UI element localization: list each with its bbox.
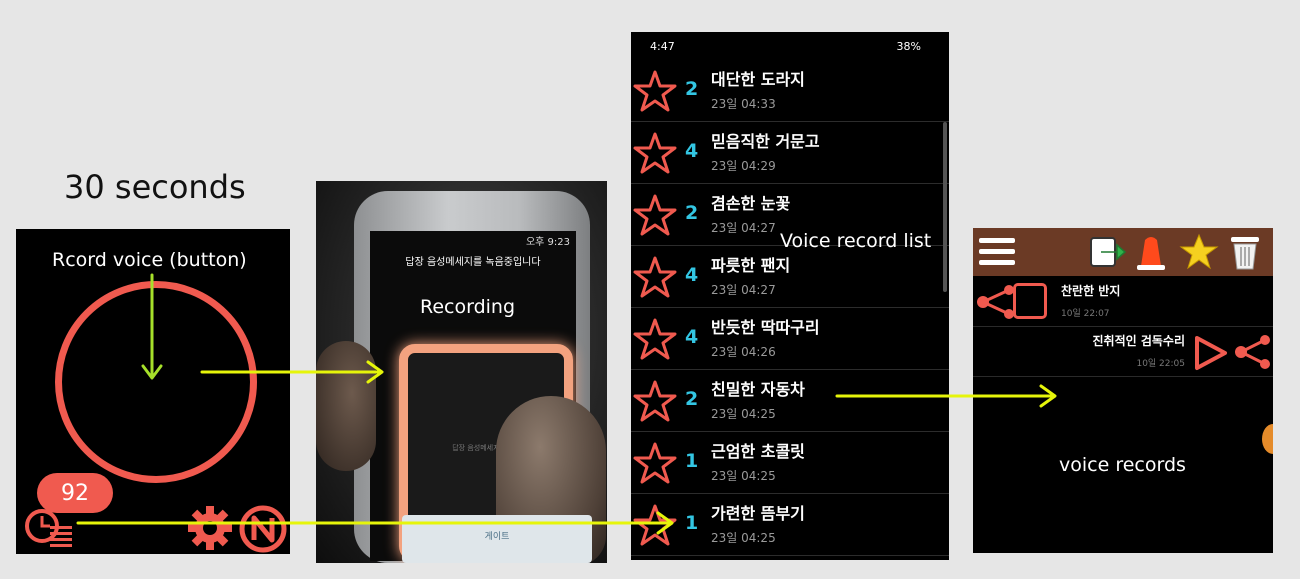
arrow-to-records: [835, 384, 1057, 408]
arrow-down-to-button: [141, 273, 163, 380]
arrow-to-list: [76, 511, 674, 535]
arrow-to-recording: [200, 360, 384, 384]
annotation-arrows: [76, 273, 1057, 535]
